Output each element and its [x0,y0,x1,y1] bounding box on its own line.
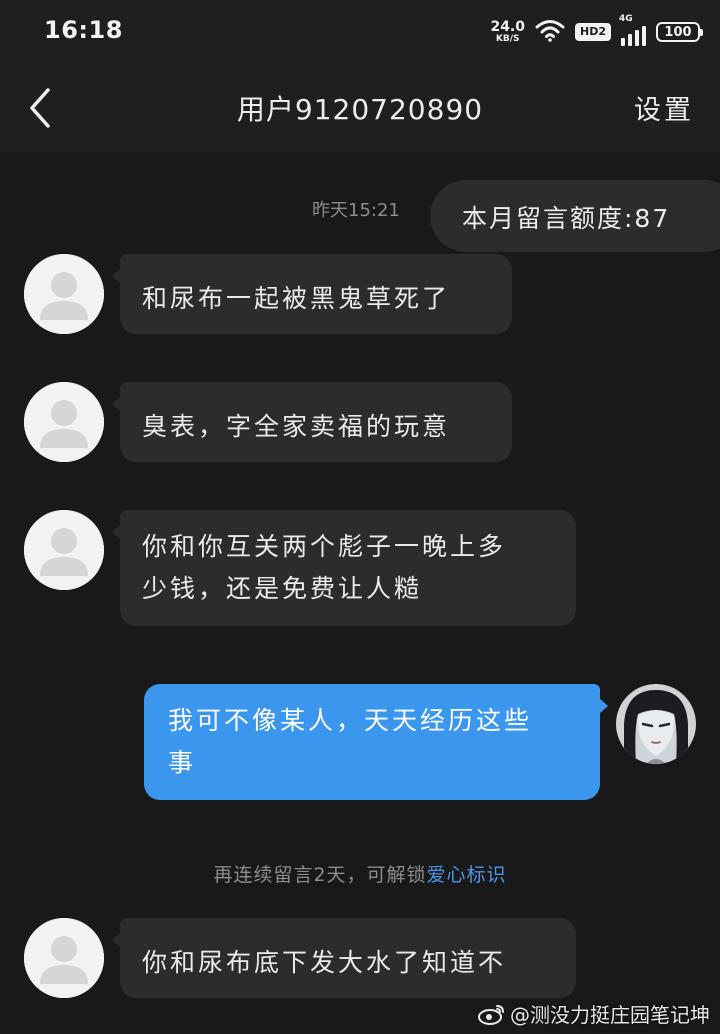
message-bubble-incoming[interactable]: 你和尿布底下发大水了知道不 [112,918,576,998]
status-bar: 16:18 24.0 KB/S HD2 4G 100 [0,0,720,64]
message-bubble-incoming[interactable]: 你和你互关两个彪子一晚上多 少钱，还是免费让人糙 [112,510,576,626]
watermark: @测没力挺庄园笔记坤 [478,999,710,1028]
message-bubble-incoming[interactable]: 臭表，字全家卖福的玩意 [112,382,512,462]
default-user-icon [24,382,104,462]
sender-avatar[interactable] [24,382,104,462]
sender-avatar[interactable] [24,510,104,590]
status-time: 16:18 [44,16,123,44]
user-portrait-icon [616,684,696,764]
wifi-icon [535,18,565,46]
chat-screen: 16:18 24.0 KB/S HD2 4G 100 用户9120720890 … [0,0,720,1034]
network-speed: 24.0 KB/S [490,20,525,44]
message-text: 臭表，字全家卖福的玩意 [142,412,451,441]
unlock-tip-text: 再连续留言2天，可解锁 [213,864,427,886]
signal-icon: 4G [619,14,646,46]
message-text-line: 你和你互关两个彪子一晚上多 [142,532,507,561]
sender-avatar[interactable] [24,254,104,334]
status-indicators: 24.0 KB/S HD2 4G 100 [490,14,703,48]
message-text: 你和尿布底下发大水了知道不 [142,948,507,977]
message-text: 和尿布一起被黑鬼草死了 [142,284,451,313]
nav-bar: 用户9120720890 设置 [0,64,720,152]
sender-avatar[interactable] [24,918,104,998]
page-title: 用户9120720890 [236,93,484,126]
message-timestamp: 昨天15:21 [312,200,400,221]
watermark-text: @测没力挺庄园笔记坤 [510,1003,710,1027]
quota-bubble: 本月留言额度:87 [430,180,720,252]
message-text-line: 我可不像某人，天天经历这些 [168,706,533,735]
message-bubble-outgoing[interactable]: 我可不像某人，天天经历这些 事 [144,684,608,800]
unlock-tip: 再连续留言2天，可解锁爱心标识 [0,860,720,887]
battery-icon: 100 [656,22,703,42]
default-user-icon [24,510,104,590]
heart-badge-link[interactable]: 爱心标识 [427,864,507,886]
message-text-line: 事 [168,748,197,777]
network-speed-unit: KB/S [495,34,520,44]
my-avatar[interactable] [616,684,696,764]
battery-level: 100 [664,24,692,40]
network-type-label: 4G [619,14,633,24]
settings-button[interactable]: 设置 [634,88,694,127]
weibo-icon [478,1004,504,1025]
message-text-line: 少钱，还是免费让人糙 [142,574,423,603]
default-user-icon [24,254,104,334]
hd-voice-badge: HD2 [575,23,611,41]
network-speed-value: 24.0 [490,19,525,35]
message-bubble-incoming[interactable]: 和尿布一起被黑鬼草死了 [112,254,512,334]
default-user-icon [24,918,104,998]
